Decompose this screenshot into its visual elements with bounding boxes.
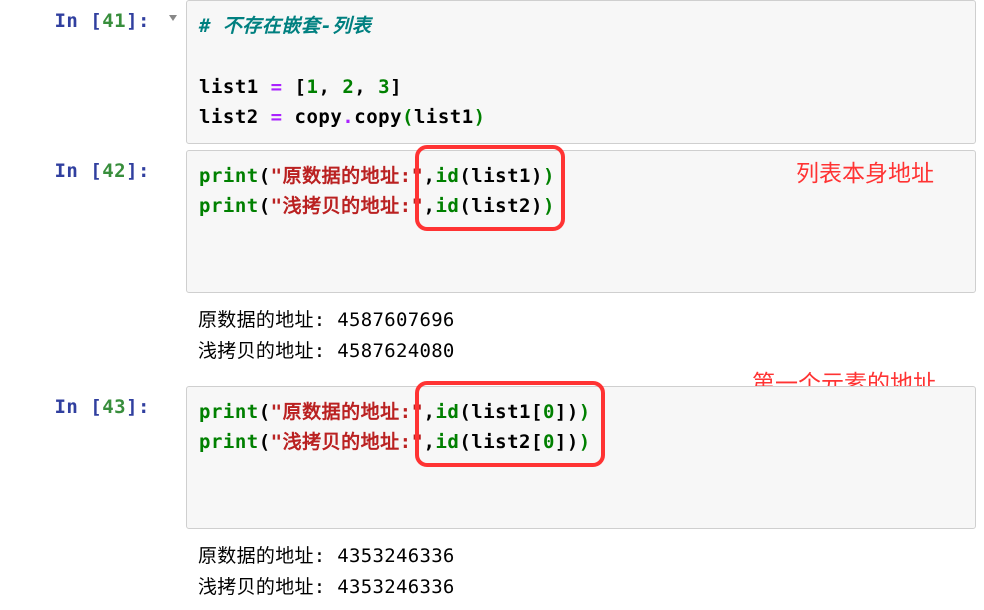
code-comment: # 不存在嵌套-列表 (199, 15, 371, 37)
code-token: = (259, 106, 295, 128)
prompt-label: In [42]: (0, 150, 160, 182)
code-token: ( (459, 431, 471, 453)
highlight-box-1 (415, 145, 565, 231)
code-token: , (318, 76, 342, 98)
code-token: ( (402, 106, 414, 128)
code-token: ( (259, 165, 271, 187)
code-token: , (423, 401, 435, 423)
code-token: 3 (378, 76, 390, 98)
code-token: id (435, 401, 459, 423)
prompt-prefix: In [ (54, 160, 102, 182)
fold-spacer (160, 150, 186, 162)
prompt-spacer (0, 299, 160, 309)
fold-toggle[interactable] (160, 0, 186, 24)
code-token: [ (531, 431, 543, 453)
prompt-number: 43 (102, 396, 126, 418)
highlight-box-2 (415, 381, 605, 467)
input-cell-43: In [43]: print("原数据的地址:",id(list1[0])) p… (0, 386, 984, 530)
code-token: list1 (471, 165, 531, 187)
code-token: print (199, 431, 259, 453)
code-token: ] (555, 401, 567, 423)
prompt-suffix: ]: (126, 160, 150, 182)
code-token: ) (543, 195, 555, 217)
code-token: list1 (471, 401, 531, 423)
code-token: print (199, 195, 259, 217)
code-token: 2 (342, 76, 354, 98)
code-token: ) (531, 165, 543, 187)
code-input[interactable]: print("原数据的地址:",id(list1)) print("浅拷贝的地址… (186, 150, 976, 294)
code-input[interactable]: # 不存在嵌套-列表 list1 = [1, 2, 3] list2 = cop… (186, 0, 976, 144)
output-cell-43: 原数据的地址: 4353246336 浅拷贝的地址: 4353246336 (0, 535, 984, 604)
code-token: ( (459, 401, 471, 423)
code-token: 1 (306, 76, 318, 98)
code-token: list1 (414, 106, 474, 128)
prompt-suffix: ]: (126, 10, 150, 32)
fold-spacer (160, 386, 186, 398)
output-text: 原数据的地址: 4587607696 浅拷贝的地址: 4587624080 (186, 299, 984, 368)
code-token: "原数据的地址:" (271, 401, 424, 423)
chevron-down-icon (167, 12, 179, 24)
output-text: 原数据的地址: 4353246336 浅拷贝的地址: 4353246336 (186, 535, 984, 604)
code-token: copy (295, 106, 343, 128)
code-token: "浅拷贝的地址:" (271, 431, 424, 453)
code-token: ( (459, 165, 471, 187)
code-token: ( (259, 195, 271, 217)
code-token: ) (579, 431, 591, 453)
output-line: 浅拷贝的地址: 4587624080 (198, 340, 455, 362)
prompt-label: In [41]: (0, 0, 160, 32)
prompt-number: 42 (102, 160, 126, 182)
code-token: list2 (471, 431, 531, 453)
code-token: print (199, 165, 259, 187)
output-line: 原数据的地址: 4587607696 (198, 309, 455, 331)
code-token: list1 (199, 76, 259, 98)
code-token: = (259, 76, 295, 98)
code-token: 0 (543, 431, 555, 453)
code-token: [ (531, 401, 543, 423)
code-token: ( (259, 431, 271, 453)
fold-spacer (160, 535, 186, 547)
fold-spacer (160, 299, 186, 311)
code-token: ) (531, 195, 543, 217)
code-token: ) (579, 401, 591, 423)
code-input[interactable]: print("原数据的地址:",id(list1[0])) print("浅拷贝… (186, 386, 976, 530)
code-token: ) (474, 106, 486, 128)
prompt-suffix: ]: (126, 396, 150, 418)
code-token: ( (259, 401, 271, 423)
code-token: ( (459, 195, 471, 217)
code-token: 0 (543, 401, 555, 423)
code-token: ] (555, 431, 567, 453)
code-token: ) (567, 431, 579, 453)
code-token: ] (390, 76, 402, 98)
code-token: copy (354, 106, 402, 128)
prompt-prefix: In [ (54, 10, 102, 32)
code-token: id (435, 431, 459, 453)
code-token: [ (295, 76, 307, 98)
code-token: ) (543, 165, 555, 187)
code-token: . (342, 106, 354, 128)
code-token: , (423, 165, 435, 187)
code-token: , (423, 195, 435, 217)
code-token: list2 (199, 106, 259, 128)
code-token: , (423, 431, 435, 453)
code-token: ) (567, 401, 579, 423)
input-cell-42: In [42]: print("原数据的地址:",id(list1)) prin… (0, 150, 984, 294)
input-cell-41: In [41]: # 不存在嵌套-列表 list1 = [1, 2, 3] li… (0, 0, 984, 144)
code-token: "原数据的地址:" (271, 165, 424, 187)
code-token: , (354, 76, 378, 98)
code-token: id (435, 165, 459, 187)
output-line: 浅拷贝的地址: 4353246336 (198, 576, 455, 598)
prompt-spacer (0, 535, 160, 545)
output-cell-42: 原数据的地址: 4587607696 浅拷贝的地址: 4587624080 (0, 299, 984, 368)
code-token: "浅拷贝的地址:" (271, 195, 424, 217)
code-token: id (435, 195, 459, 217)
code-token: list2 (471, 195, 531, 217)
code-token: print (199, 401, 259, 423)
output-line: 原数据的地址: 4353246336 (198, 545, 455, 567)
prompt-label: In [43]: (0, 386, 160, 418)
prompt-number: 41 (102, 10, 126, 32)
prompt-prefix: In [ (54, 396, 102, 418)
